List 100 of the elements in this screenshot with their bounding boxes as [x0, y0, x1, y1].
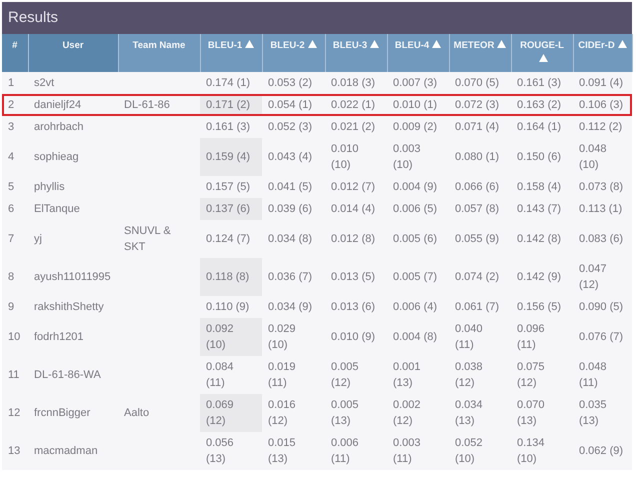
table-cell-text: 9 [7, 300, 16, 315]
panel-title: Results [2, 2, 632, 34]
table-cell-text: 0.134 (10) [516, 436, 546, 467]
table-cell-text: 0.142 (9) [516, 270, 562, 285]
table-cell-text: fodrh1201 [33, 330, 85, 345]
table-cell-text: rakshithShetty [33, 300, 105, 315]
table-cell: 0.171 (2) [200, 94, 262, 116]
table-cell-text: 0.006 (11) [330, 436, 360, 467]
table-cell-text: yj [33, 232, 43, 247]
table-cell-text: 5 [7, 180, 16, 195]
table-cell: 0.112 (2) [573, 116, 632, 138]
table-cell-text: 0.004 (9) [392, 180, 438, 195]
table-cell: 0.043 (4) [262, 138, 325, 176]
table-cell-text: 0.005 (12) [330, 360, 360, 391]
table-cell: DL-61-86 [118, 94, 200, 116]
table-cell: 0.071 (4) [449, 116, 511, 138]
table-cell: 0.164 (1) [511, 116, 573, 138]
table-cell: 0.106 (3) [573, 94, 632, 116]
sort-triangle-icon [539, 54, 548, 62]
column-header: User [28, 34, 118, 72]
table-cell-text: 0.002 (12) [392, 398, 422, 429]
table-cell: 3 [2, 116, 28, 138]
table-cell-text: 0.070 (13) [516, 398, 546, 429]
table-cell: 0.053 (2) [262, 72, 325, 94]
table-cell: 0.072 (3) [449, 94, 511, 116]
column-header: Team Name [118, 34, 200, 72]
table-cell-text: 0.066 (6) [454, 180, 500, 195]
column-header[interactable]: CIDEr-D [573, 34, 632, 72]
table-cell: danieljf24 [28, 94, 118, 116]
table-cell-text: 0.055 (9) [454, 232, 500, 247]
table-cell-text: 0.075 (12) [516, 360, 546, 391]
column-header: # [2, 34, 28, 72]
table-cell: SNUVL & SKT [118, 220, 200, 258]
table-cell: 0.137 (6) [200, 198, 262, 220]
table-cell: 0.018 (3) [325, 72, 387, 94]
column-header[interactable]: BLEU-3 [325, 34, 387, 72]
table-cell-text: 0.013 (5) [330, 270, 376, 285]
sort-triangle-icon [245, 40, 254, 48]
column-header[interactable]: BLEU-1 [200, 34, 262, 72]
table-cell-text: 0.012 (7) [330, 180, 376, 195]
table-cell: 0.039 (6) [262, 198, 325, 220]
table-cell: 2 [2, 94, 28, 116]
table-cell: 0.054 (1) [262, 94, 325, 116]
table-cell-text: 0.034 (13) [454, 398, 484, 429]
sort-triangle-icon [370, 40, 380, 48]
table-cell-text: phyllis [33, 180, 66, 195]
table-cell: 0.052 (3) [262, 116, 325, 138]
table-cell-text: 0.143 (7) [516, 202, 562, 217]
table-cell-text: 0.057 (8) [454, 202, 500, 217]
table-cell-text: frcnnBigger [33, 406, 92, 421]
sort-triangle-icon [432, 40, 442, 48]
column-header[interactable]: ROUGE-L [511, 34, 573, 72]
table-cell-text: 0.035 (13) [578, 398, 608, 429]
table-cell: 0.084 (11) [200, 356, 262, 394]
table-cell-text: 0.062 (9) [578, 444, 624, 459]
table-cell: 0.029 (10) [262, 318, 325, 356]
column-header[interactable]: BLEU-2 [262, 34, 325, 72]
table-cell: 1 [2, 72, 28, 94]
table-cell: 0.161 (3) [200, 116, 262, 138]
table-cell: 0.157 (5) [200, 176, 262, 198]
table-cell: 0.016 (12) [262, 394, 325, 432]
table-cell: 0.091 (4) [573, 72, 632, 94]
table-cell-text: 0.083 (6) [578, 232, 624, 247]
table-cell-text: 0.090 (5) [578, 300, 624, 315]
table-cell-text: 0.113 (1) [578, 202, 624, 217]
table-cell-text: 0.012 (8) [330, 232, 376, 247]
table-cell: s2vt [28, 72, 118, 94]
table-cell-text: 7 [7, 232, 16, 247]
table-cell: 0.069 (12) [200, 394, 262, 432]
table-cell-text: 0.001 (13) [392, 360, 422, 391]
table-cell-text: 0.096 (11) [516, 322, 546, 353]
column-header[interactable]: BLEU-4 [387, 34, 449, 72]
table-cell: 0.009 (2) [387, 116, 449, 138]
table-cell: 0.092 (10) [200, 318, 262, 356]
column-header[interactable]: METEOR [449, 34, 511, 72]
table-cell: 0.070 (5) [449, 72, 511, 94]
table-cell: 0.034 (9) [262, 296, 325, 318]
table-cell-text: 0.048 (11) [578, 360, 608, 391]
table-cell: Aalto [118, 394, 200, 432]
table-cell-text: 0.010 (10) [330, 142, 360, 173]
table-cell-text: 0.048 (10) [578, 142, 608, 173]
table-cell-text: 12 [7, 406, 22, 421]
table-cell-text: 0.013 (6) [330, 300, 376, 315]
table-cell-text: 0.052 (10) [454, 436, 484, 467]
table-cell-text: 0.004 (8) [392, 330, 438, 345]
table-cell-text: 0.047 (12) [578, 262, 608, 293]
table-cell: 0.041 (5) [262, 176, 325, 198]
table-cell-text: 11 [7, 368, 20, 383]
table-cell-text: 0.006 (4) [392, 300, 438, 315]
table-cell-text: 0.142 (8) [516, 232, 562, 247]
table-cell: 0.019 (11) [262, 356, 325, 394]
table-cell: 0.118 (8) [200, 258, 262, 296]
table-cell-text: 8 [7, 270, 16, 285]
table-cell-text: 0.005 (6) [392, 232, 438, 247]
table-cell: 0.056 (13) [200, 432, 262, 470]
table-cell-text: 0.076 (7) [578, 330, 624, 345]
table-cell-text: 0.074 (2) [454, 270, 500, 285]
table-cell-text: 0.158 (4) [516, 180, 562, 195]
table-cell-text: 0.150 (6) [516, 150, 562, 165]
table-cell-text: 0.080 (1) [454, 150, 500, 165]
